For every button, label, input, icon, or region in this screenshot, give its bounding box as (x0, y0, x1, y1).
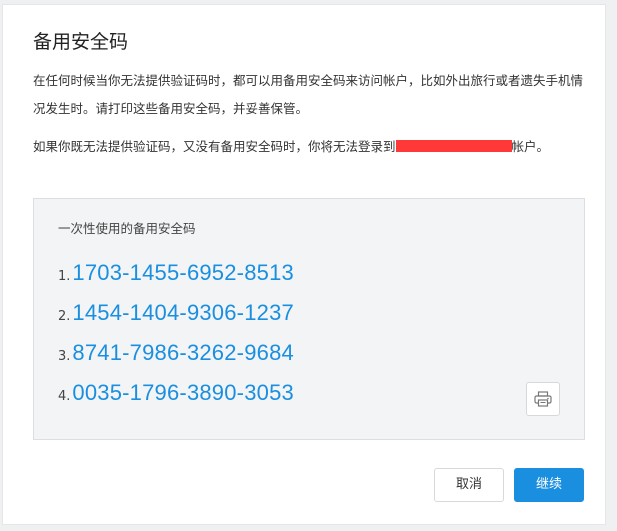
code-item: 4. 0035-1796-3890-3053 (58, 373, 294, 413)
warning-paragraph: 如果你既无法提供验证码，又没有备用安全码时，你将无法登录到 帐户。 (33, 133, 589, 161)
redacted-site-name (395, 140, 512, 152)
dialog-title: 备用安全码 (33, 31, 129, 53)
printer-icon (534, 391, 552, 407)
backup-code: 1454-1404-9306-1237 (72, 300, 294, 325)
code-index: 2. (58, 308, 71, 324)
continue-button[interactable]: 继续 (514, 468, 584, 502)
backup-code: 0035-1796-3890-3053 (72, 380, 294, 405)
backup-code: 8741-7986-3262-9684 (72, 340, 294, 365)
code-index: 4. (58, 388, 71, 404)
backup-code: 1703-1455-6952-8513 (72, 260, 294, 285)
code-list: 1. 1703-1455-6952-8513 2. 1454-1404-9306… (58, 253, 294, 413)
warning-text-start: 如果你既无法提供验证码，又没有备用安全码时，你将无法登录到 (33, 139, 396, 154)
code-index: 1. (58, 268, 71, 284)
warning-text-end: 帐户。 (511, 139, 550, 154)
code-item: 1. 1703-1455-6952-8513 (58, 253, 294, 293)
backup-codes-panel: 一次性使用的备用安全码 1. 1703-1455-6952-8513 2. 14… (33, 198, 585, 440)
code-item: 3. 8741-7986-3262-9684 (58, 333, 294, 373)
codes-label: 一次性使用的备用安全码 (58, 221, 196, 236)
code-item: 2. 1454-1404-9306-1237 (58, 293, 294, 333)
code-index: 3. (58, 348, 71, 364)
backup-codes-dialog: 备用安全码 在任何时候当你无法提供验证码时，都可以用备用安全码来访问帐户，比如外… (2, 4, 606, 525)
intro-paragraph: 在任何时候当你无法提供验证码时，都可以用备用安全码来访问帐户，比如外出旅行或者遗… (33, 73, 584, 116)
cancel-button[interactable]: 取消 (434, 468, 504, 502)
print-button[interactable] (526, 382, 560, 416)
